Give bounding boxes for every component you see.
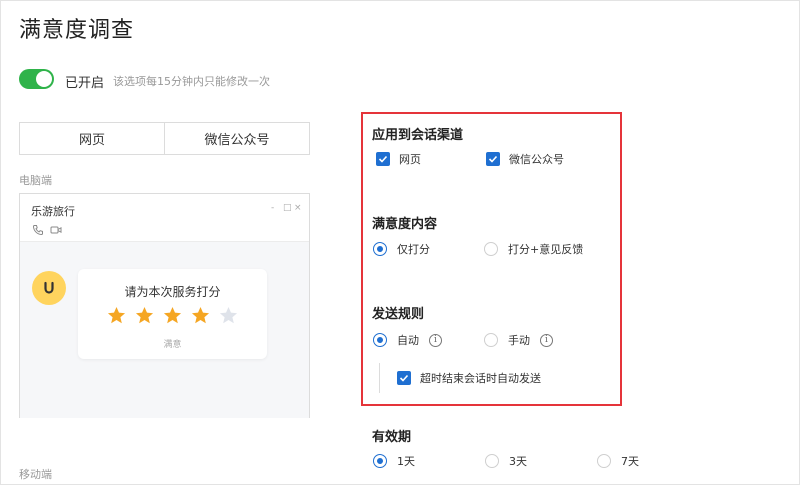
sub-option-indent-bar [379,363,380,393]
toggle-hint: 该选项每15分钟内只能修改一次 [113,75,270,88]
smile-logo-icon [44,281,54,294]
send-auto-label: 自动 [397,334,419,347]
toggle-state-label: 已开启 [65,76,105,91]
send-manual-label: 手动 [508,334,530,347]
channel-wechat-checkbox[interactable]: 微信公众号 [486,151,564,167]
preview-header: 乐游旅行 - □ × [20,194,309,242]
validity-heading: 有效期 [372,430,412,445]
star-filled-icon[interactable] [191,306,210,325]
rating-stars[interactable] [107,306,238,325]
maximize-icon[interactable]: □ [283,203,292,213]
channel-web-checkbox[interactable]: 网页 [376,151,421,167]
minimize-icon[interactable]: - [271,203,274,213]
content-score-feedback-label: 打分+意见反馈 [508,243,584,256]
toggle-knob [36,71,52,87]
info-icon[interactable]: i [540,333,553,347]
rating-prompt: 请为本次服务打分 [124,285,221,299]
rating-text: 满意 [163,340,182,350]
radio-unselected-icon [484,242,498,256]
content-heading: 满意度内容 [372,217,438,232]
star-filled-icon[interactable] [163,306,182,325]
radio-selected-icon [373,454,387,468]
close-icon[interactable]: × [294,203,302,213]
video-icon[interactable] [50,224,62,236]
channel-web-label: 网页 [399,153,421,166]
desktop-preview: 乐游旅行 - □ × 请为本次服务打分 满意 [19,193,310,418]
send-manual-radio[interactable]: 手动 i [484,332,553,348]
content-score-only-label: 仅打分 [397,243,430,256]
validity-3day-label: 3天 [509,455,527,468]
channels-heading: 应用到会话渠道 [372,128,464,143]
info-icon[interactable]: i [429,333,442,347]
auto-send-timeout-checkbox[interactable]: 超时结束会话时自动发送 [397,370,541,386]
content-score-only-radio[interactable]: 仅打分 [373,241,430,257]
radio-unselected-icon [484,333,498,347]
send-auto-radio[interactable]: 自动 i [373,332,442,348]
checkbox-checked-icon [397,371,411,385]
send-rule-heading: 发送规则 [372,307,425,322]
phone-icon[interactable] [32,224,44,236]
radio-selected-icon [373,333,387,347]
star-filled-icon[interactable] [107,306,126,325]
radio-unselected-icon [485,454,499,468]
tab-wechat[interactable]: 微信公众号 [164,123,309,154]
radio-selected-icon [373,242,387,256]
tab-web[interactable]: 网页 [20,123,164,154]
enable-toggle[interactable] [19,69,54,89]
checkbox-checked-icon [486,152,500,166]
checkbox-checked-icon [376,152,390,166]
star-filled-icon[interactable] [135,306,154,325]
radio-unselected-icon [597,454,611,468]
channel-tabs: 网页 微信公众号 [19,122,310,155]
content-score-feedback-radio[interactable]: 打分+意见反馈 [484,241,583,257]
desktop-section-label: 电脑端 [19,174,52,187]
channel-wechat-label: 微信公众号 [509,153,564,166]
agent-avatar [32,271,66,305]
rating-card: 请为本次服务打分 满意 [78,269,267,359]
auto-send-timeout-label: 超时结束会话时自动发送 [420,372,541,385]
page-title: 满意度调查 [19,18,135,43]
validity-1day-label: 1天 [397,455,415,468]
validity-1day-radio[interactable]: 1天 [373,453,415,469]
preview-company-name: 乐游旅行 [31,205,75,218]
validity-7day-label: 7天 [621,455,639,468]
star-empty-icon[interactable] [219,306,238,325]
validity-7day-radio[interactable]: 7天 [597,453,639,469]
validity-3day-radio[interactable]: 3天 [485,453,527,469]
mobile-section-label: 移动端 [19,468,52,481]
